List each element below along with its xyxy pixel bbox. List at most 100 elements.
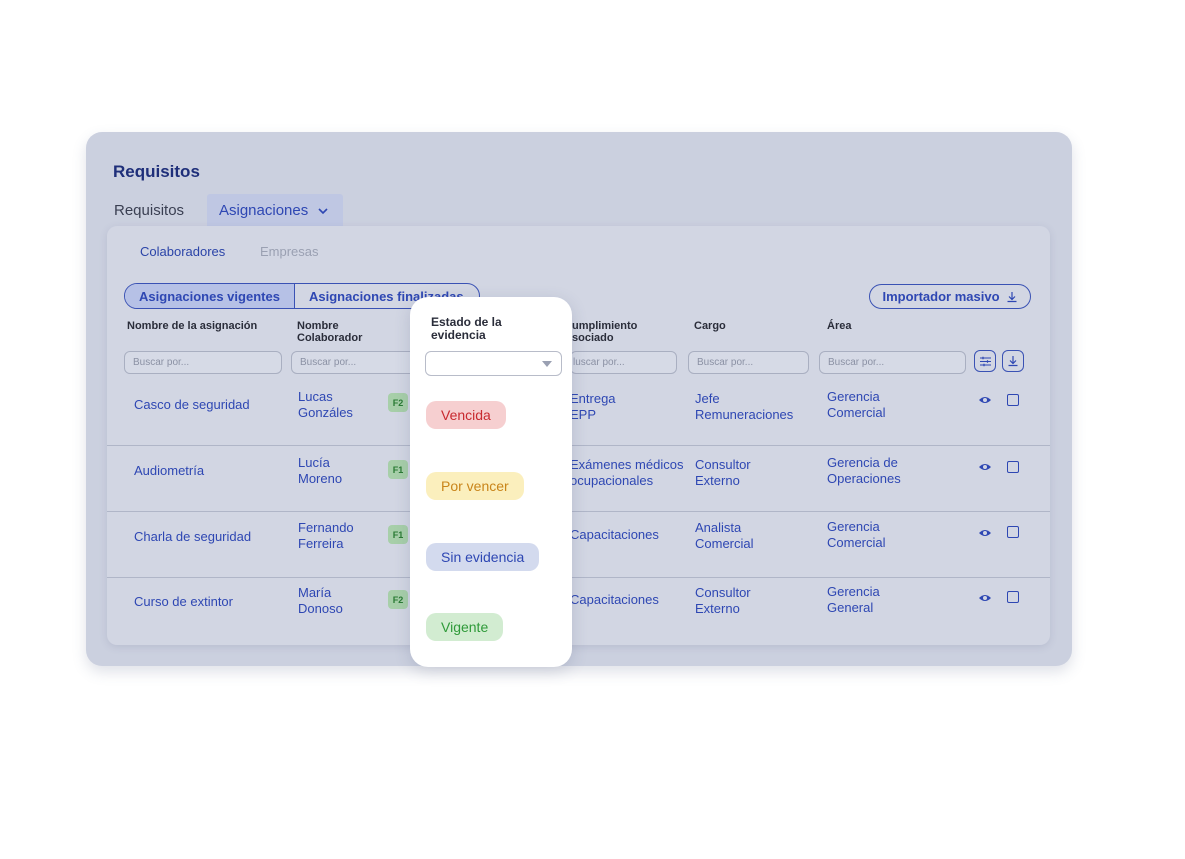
subtab-empresas[interactable]: Empresas	[260, 244, 319, 259]
cell-area: Gerencia General	[827, 584, 880, 616]
page-title: Requisitos	[113, 162, 200, 181]
area-line-1: Gerencia	[827, 389, 880, 404]
requisito-line-2: EPP	[570, 407, 597, 422]
cargo-line-2: Externo	[695, 473, 740, 488]
export-button[interactable]	[1002, 350, 1024, 372]
cell-area: Gerencia Comercial	[827, 389, 886, 421]
chevron-down-icon	[318, 207, 328, 214]
cell-cargo: Analista Comercial	[695, 520, 754, 552]
cell-colaborador[interactable]: Lucía Moreno	[298, 455, 342, 487]
checkbox-icon[interactable]	[1007, 461, 1019, 473]
colaborador-first-name: Lucía	[298, 455, 330, 470]
cargo-line-1: Analista	[695, 520, 742, 535]
cell-asignacion[interactable]: Curso de extintor	[134, 594, 233, 610]
col-cumplimiento-line-2: sociado	[572, 332, 614, 344]
colaborador-first-name: María	[298, 585, 332, 600]
option-sin-evidencia[interactable]: Sin evidencia	[426, 543, 540, 571]
requisitos-panel: Requisitos Requisitos Asignaciones Colab…	[86, 132, 1072, 666]
cell-asignacion[interactable]: Charla de seguridad	[134, 529, 251, 545]
requisito-line-1: Entrega	[570, 391, 616, 406]
cell-area: Gerencia Comercial	[827, 519, 886, 551]
eye-icon[interactable]	[978, 593, 992, 603]
search-input-cumplimiento[interactable]	[570, 351, 677, 374]
search-input-area[interactable]	[819, 351, 966, 374]
area-line-2: Operaciones	[827, 471, 901, 486]
area-line-1: Gerencia	[827, 584, 880, 599]
col-colaborador-line-2: Colaborador	[297, 332, 363, 344]
table-row[interactable]: Audiometría Lucía Moreno F1 Exámenes méd…	[107, 447, 1050, 512]
search-input-asignacion[interactable]	[124, 351, 282, 374]
col-cumplimiento: umplimiento sociado	[572, 320, 637, 344]
col-colaborador-line-1: Nombre	[297, 320, 339, 332]
dropdown-title: Estado de la evidencia	[431, 315, 502, 342]
tab-asignaciones[interactable]: Asignaciones	[207, 194, 343, 228]
checkbox-icon[interactable]	[1007, 591, 1019, 603]
tab-requisitos[interactable]: Requisitos	[114, 202, 184, 219]
area-line-1: Gerencia de	[827, 455, 898, 470]
eye-icon[interactable]	[978, 462, 992, 472]
filter-icon	[979, 356, 991, 366]
cell-cargo: Consultor Externo	[695, 585, 751, 617]
status-badge: F2	[388, 393, 408, 412]
estado-evidencia-dropdown: Estado de la evidencia Vencida Por vence…	[410, 297, 572, 667]
search-input-colaborador[interactable]	[291, 351, 416, 374]
area-line-2: Comercial	[827, 405, 886, 420]
cell-requisito: Capacitaciones	[570, 527, 659, 542]
cell-colaborador[interactable]: María Donoso	[298, 585, 343, 617]
area-line-2: General	[827, 600, 874, 615]
area-line-1: Gerencia	[827, 519, 880, 534]
cargo-line-2: Externo	[695, 601, 740, 616]
import-button-label: Importador masivo	[882, 289, 1000, 304]
tab-asignaciones-label: Asignaciones	[219, 201, 309, 219]
filter-button[interactable]	[974, 350, 996, 372]
cargo-line-1: Jefe	[695, 391, 720, 406]
col-cargo: Cargo	[694, 320, 726, 332]
checkbox-icon[interactable]	[1007, 526, 1019, 538]
area-line-2: Comercial	[827, 535, 886, 550]
eye-icon[interactable]	[978, 528, 992, 538]
cell-colaborador[interactable]: Fernando Ferreira	[298, 520, 354, 552]
subtab-colaboradores[interactable]: Colaboradores	[140, 244, 225, 259]
col-nombre-asignacion: Nombre de la asignación	[127, 320, 258, 332]
table-row[interactable]: Curso de extintor María Donoso F2 Capaci…	[107, 578, 1050, 643]
eye-icon[interactable]	[978, 395, 992, 405]
cell-requisito: Exámenes médicos ocupacionales	[570, 457, 683, 489]
colaborador-last-name: Gonzáles	[298, 405, 353, 420]
cell-cargo: Consultor Externo	[695, 457, 751, 489]
cell-requisito: Capacitaciones	[570, 592, 659, 607]
requisito-line-2: ocupacionales	[570, 473, 654, 488]
cell-asignacion[interactable]: Audiometría	[134, 463, 204, 479]
cargo-line-2: Comercial	[695, 536, 754, 551]
colaborador-first-name: Lucas	[298, 389, 333, 404]
status-badge: F1	[388, 525, 408, 544]
estado-evidencia-select[interactable]	[425, 351, 562, 376]
download-icon	[1007, 291, 1017, 302]
search-input-cargo[interactable]	[688, 351, 809, 374]
colaborador-last-name: Moreno	[298, 471, 343, 486]
status-badge: F1	[388, 460, 408, 479]
caret-down-icon	[542, 361, 552, 367]
asignaciones-card: Colaboradores Empresas Asignaciones vige…	[107, 226, 1050, 645]
col-nombre-colaborador: Nombre Colaborador	[297, 320, 362, 344]
option-vigente[interactable]: Vigente	[426, 613, 504, 641]
cell-requisito: Entrega EPP	[570, 391, 616, 423]
cargo-line-1: Consultor	[695, 585, 751, 600]
cargo-line-2: Remuneraciones	[695, 407, 794, 422]
option-por-vencer[interactable]: Por vencer	[426, 472, 524, 500]
colaborador-first-name: Fernando	[298, 520, 354, 535]
table-row[interactable]: Charla de seguridad Fernando Ferreira F1…	[107, 513, 1050, 578]
cell-asignacion[interactable]: Casco de seguridad	[134, 397, 250, 413]
checkbox-icon[interactable]	[1007, 394, 1019, 406]
cell-area: Gerencia de Operaciones	[827, 455, 901, 487]
col-area: Área	[827, 320, 852, 332]
download-icon	[1008, 356, 1018, 367]
cell-colaborador[interactable]: Lucas Gonzáles	[298, 389, 353, 421]
table-row[interactable]: Casco de seguridad Lucas Gonzáles F2 Ent…	[107, 381, 1050, 446]
status-badge: F2	[388, 590, 408, 609]
cargo-line-1: Consultor	[695, 457, 751, 472]
option-vencida[interactable]: Vencida	[426, 401, 506, 429]
segment-asignaciones-vigentes[interactable]: Asignaciones vigentes	[125, 284, 294, 308]
requisito-line-1: Exámenes médicos	[570, 457, 684, 472]
import-button[interactable]: Importador masivo	[869, 284, 1031, 309]
cell-cargo: Jefe Remuneraciones	[695, 391, 793, 423]
